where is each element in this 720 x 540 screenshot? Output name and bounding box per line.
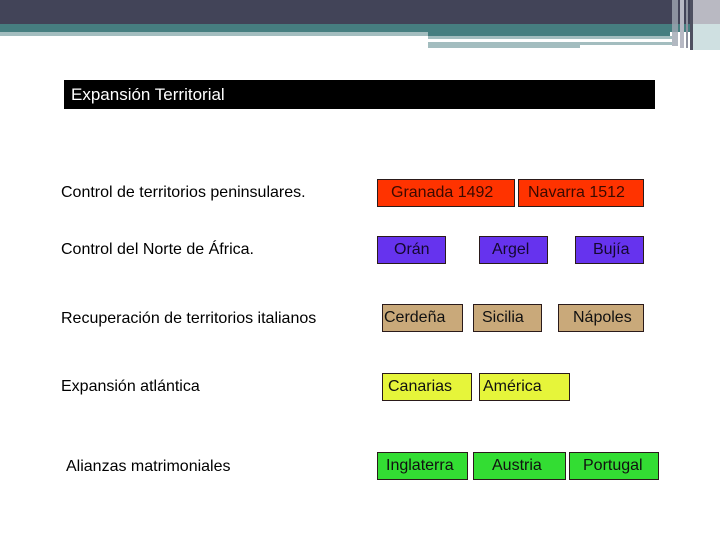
item-canarias: Canarias [382, 373, 472, 401]
item-bujia: Bujía [575, 236, 644, 264]
item-napoles: Nápoles [558, 304, 644, 332]
item-argel: Argel [479, 236, 548, 264]
item-navarra: Navarra 1512 [518, 179, 644, 207]
item-oran: Orán [377, 236, 446, 264]
header-accent-corner [693, 0, 720, 24]
item-inglaterra: Inglaterra [377, 452, 468, 480]
header-accent-bar [580, 42, 672, 45]
header-accent-vertical [680, 0, 684, 48]
item-cerdena: Cerdeña [382, 304, 463, 332]
item-granada: Granada 1492 [377, 179, 515, 207]
item-america: América [479, 373, 570, 401]
header-accent-vertical [672, 0, 678, 46]
header-stripe-left [0, 32, 428, 36]
item-austria: Austria [473, 452, 566, 480]
row-label-italy: Recuperación de territorios italianos [61, 310, 317, 327]
item-portugal: Portugal [569, 452, 659, 480]
header-band-teal [0, 24, 720, 32]
header-accent-bar [428, 36, 672, 39]
header-accent-corner [693, 24, 720, 50]
item-sicilia: Sicilia [473, 304, 542, 332]
header-accent-vertical [686, 0, 688, 48]
row-label-africa: Control del Norte de África. [61, 241, 254, 258]
row-label-peninsular: Control de territorios peninsulares. [61, 184, 306, 201]
slide-title: Expansión Territorial [64, 80, 655, 109]
row-label-atlantic: Expansión atlántica [61, 378, 200, 395]
header-accent-bar [428, 42, 580, 48]
row-label-alliances: Alianzas matrimoniales [66, 458, 231, 475]
header-band-dark [0, 0, 720, 24]
